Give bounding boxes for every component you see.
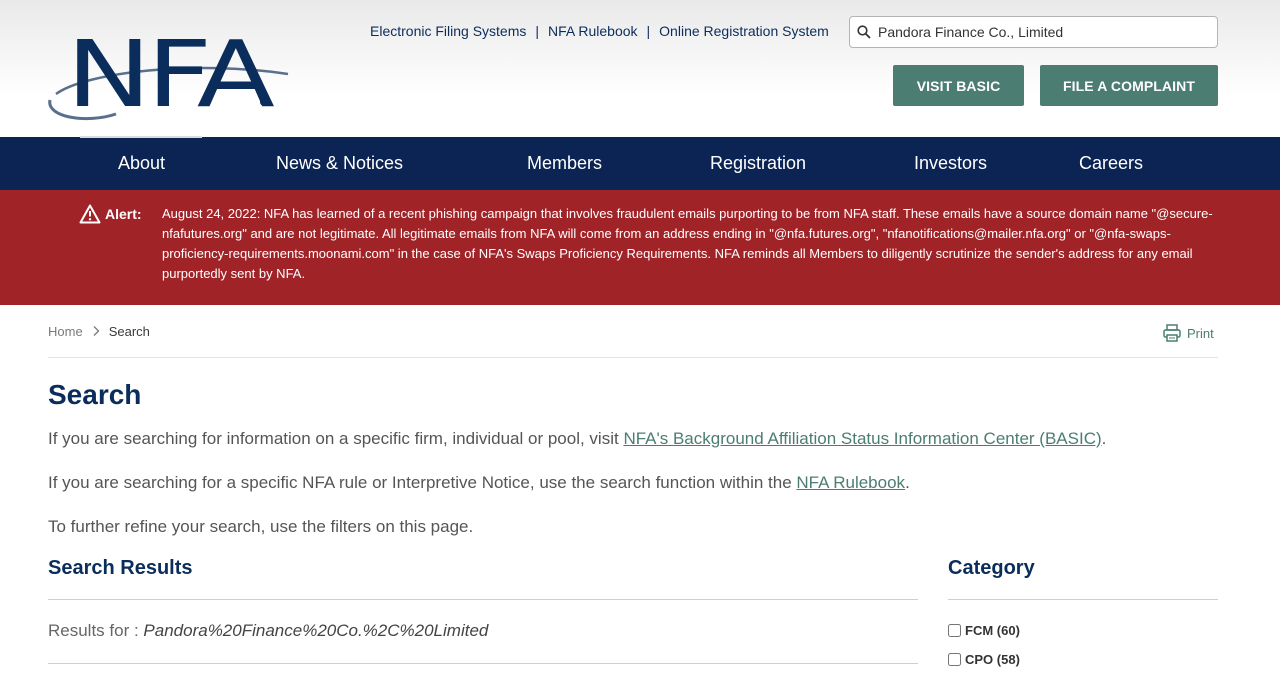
basic-info-paragraph: If you are searching for information on … [48, 429, 1106, 449]
alert-message: August 24, 2022: NFA has learned of a re… [162, 206, 1213, 281]
link-separator: | [646, 23, 651, 39]
link-electronic-filing[interactable]: Electronic Filing Systems [370, 23, 526, 39]
divider [48, 599, 918, 600]
printer-icon [1162, 323, 1182, 343]
visit-basic-button[interactable]: VISIT BASIC [893, 65, 1024, 106]
results-for: Results for : Pandora%20Finance%20Co.%2C… [48, 621, 488, 641]
rulebook-link[interactable]: NFA Rulebook [796, 473, 905, 492]
paragraph-text: . [1101, 429, 1107, 448]
divider [48, 663, 918, 664]
refine-paragraph: To further refine your search, use the f… [48, 517, 474, 536]
category-checkbox-fcm[interactable] [948, 624, 961, 637]
rulebook-paragraph: If you are searching for a specific NFA … [48, 473, 910, 493]
svg-text:NFA: NFA [66, 22, 275, 122]
category-label: CPO [965, 652, 994, 667]
category-label: FCM [965, 623, 994, 638]
site-header: NFA Electronic Filing Systems | NFA Rule… [0, 0, 1280, 137]
nav-item-investors[interactable]: Investors [914, 137, 987, 190]
category-filter-cpo[interactable]: CPO (58) [948, 652, 1020, 667]
nav-item-registration[interactable]: Registration [710, 137, 806, 190]
nav-item-careers[interactable]: Careers [1079, 137, 1143, 190]
nav-item-about[interactable]: About [79, 136, 203, 190]
alert-banner: Alert: August 24, 2022: NFA has learned … [0, 190, 1280, 305]
print-button[interactable]: Print [1162, 323, 1214, 343]
search-icon[interactable] [850, 17, 878, 47]
breadcrumb: Home Search [48, 322, 150, 340]
site-search [849, 16, 1218, 48]
utility-links: Electronic Filing Systems | NFA Rulebook… [370, 22, 829, 40]
breadcrumb-current: Search [108, 323, 150, 339]
print-label: Print [1187, 325, 1214, 341]
category-checkbox-cpo[interactable] [948, 653, 961, 666]
file-complaint-button[interactable]: FILE A COMPLAINT [1040, 65, 1218, 106]
paragraph-text: . [905, 473, 910, 492]
alert-title: Alert: [105, 206, 142, 222]
results-for-label: Results for : [48, 621, 144, 640]
nfa-logo[interactable]: NFA [46, 21, 296, 128]
category-count: (60) [996, 623, 1020, 638]
link-separator: | [535, 23, 540, 39]
category-count: (58) [996, 652, 1020, 667]
results-query: Pandora%20Finance%20Co.%2C%20Limited [143, 621, 489, 640]
basic-link[interactable]: NFA's Background Affiliation Status Info… [623, 429, 1101, 448]
divider [948, 599, 1218, 600]
paragraph-text: If you are searching for information on … [48, 429, 624, 448]
link-nfa-rulebook[interactable]: NFA Rulebook [548, 23, 638, 39]
page-title: Search [48, 379, 142, 410]
category-heading: Category [948, 557, 1035, 579]
breadcrumb-home[interactable]: Home [48, 324, 83, 339]
search-input[interactable] [878, 18, 1208, 46]
divider [48, 357, 1218, 358]
nav-item-news-notices[interactable]: News & Notices [276, 137, 403, 190]
search-results-heading: Search Results [48, 557, 193, 579]
nav-item-members[interactable]: Members [527, 137, 602, 190]
link-online-registration[interactable]: Online Registration System [659, 23, 829, 39]
main-nav: About News & Notices Members Registratio… [0, 136, 1280, 190]
warning-icon [79, 204, 101, 224]
paragraph-text: If you are searching for a specific NFA … [48, 473, 797, 492]
category-filter-fcm[interactable]: FCM (60) [948, 623, 1020, 638]
chevron-right-icon [92, 325, 100, 337]
